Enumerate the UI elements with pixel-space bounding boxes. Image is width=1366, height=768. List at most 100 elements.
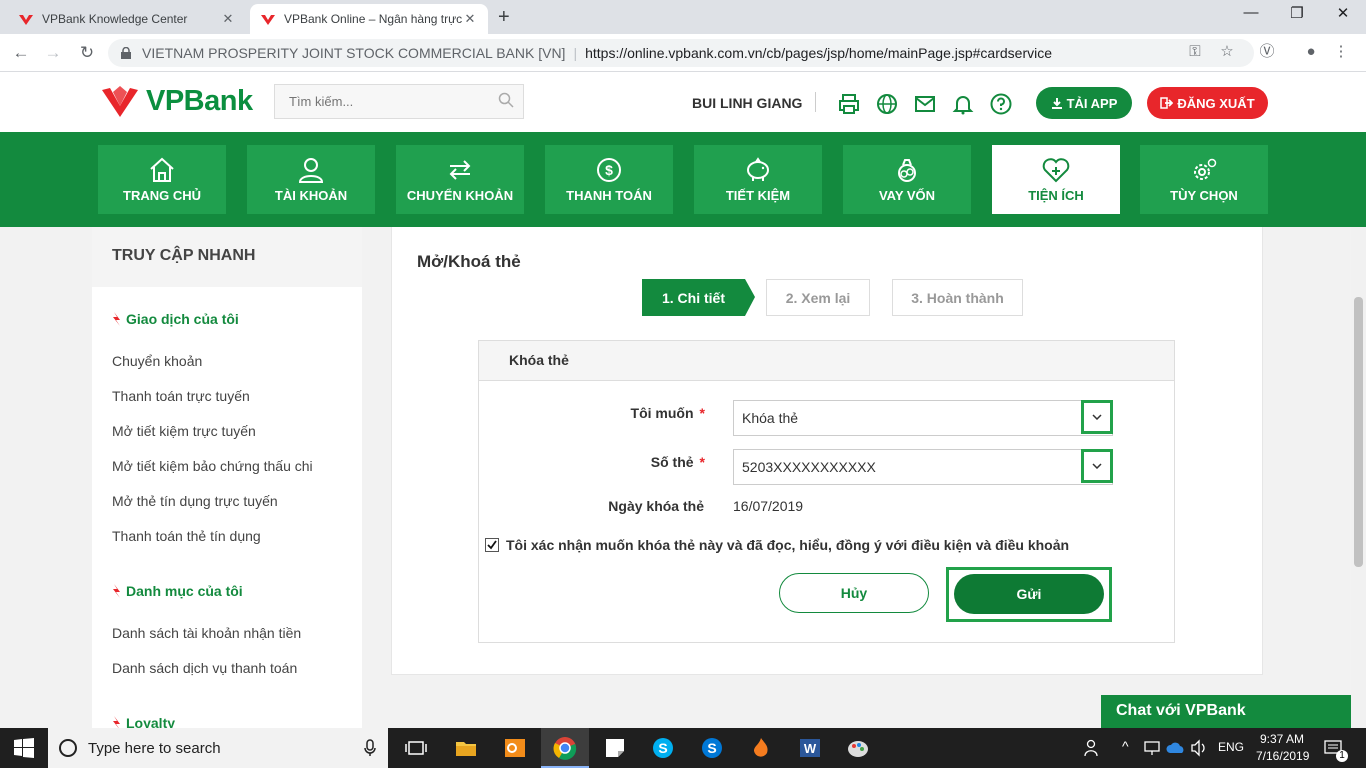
red-flag-icon	[113, 312, 120, 326]
dollar-icon: $	[597, 158, 621, 182]
help-icon[interactable]	[989, 92, 1013, 116]
nav-item-payment[interactable]: $ THANH TOÁN	[545, 145, 673, 214]
profile-icon[interactable]: ●	[1298, 38, 1324, 66]
back-icon[interactable]: ←	[8, 40, 34, 66]
section-title: Giao dịch của tôi	[126, 311, 239, 327]
windows-start-icon[interactable]	[14, 738, 34, 758]
file-explorer-icon[interactable]	[454, 736, 478, 760]
nav-label: TRANG CHỦ	[123, 188, 201, 203]
terms-checkbox[interactable]	[485, 538, 499, 552]
logout-label: ĐĂNG XUẤT	[1177, 95, 1255, 111]
action-select[interactable]: Khóa thẻ	[733, 400, 1113, 436]
nav-item-transfer[interactable]: CHUYỂN KHOẢN	[396, 145, 524, 214]
terms-text: Tôi xác nhận muốn khóa thẻ này và đã đọc…	[506, 537, 1070, 553]
close-tab-icon[interactable]: ✕	[462, 11, 478, 27]
sidebar-link[interactable]: Thanh toán trực tuyến	[112, 388, 250, 404]
lock-icon	[121, 47, 131, 59]
card-number-dropdown-button[interactable]	[1081, 449, 1113, 483]
mail-icon[interactable]	[913, 92, 937, 116]
onedrive-icon[interactable]	[1166, 740, 1186, 756]
key-icon[interactable]: ⚿	[1182, 38, 1208, 66]
outlook-icon[interactable]	[503, 736, 527, 760]
task-view-icon[interactable]	[404, 736, 428, 760]
nav-item-utilities[interactable]: TIỆN ÍCH	[992, 145, 1120, 214]
logout-icon	[1160, 97, 1174, 109]
action-dropdown-button[interactable]	[1081, 400, 1113, 434]
maximize-button[interactable]: ❐	[1274, 4, 1320, 22]
main-nav: TRANG CHỦ TÀI KHOẢN CHUYỂN KHOẢN $ THANH…	[0, 132, 1366, 227]
submit-button[interactable]: Gửi	[954, 574, 1104, 614]
minimize-button[interactable]: —	[1228, 4, 1274, 21]
checkmark-icon	[487, 540, 497, 550]
download-app-button[interactable]: TẢI APP	[1036, 87, 1132, 119]
nav-label: VAY VỐN	[878, 188, 936, 203]
sidebar-link[interactable]: Mở thẻ tín dụng trực tuyến	[112, 493, 278, 509]
vpbank-logo[interactable]: VPBank	[100, 84, 253, 118]
globe-icon[interactable]	[875, 92, 899, 116]
logout-button[interactable]: ĐĂNG XUẤT	[1147, 87, 1268, 119]
card-number-select[interactable]: 5203XXXXXXXXXXX	[733, 449, 1113, 485]
nav-item-savings[interactable]: TIẾT KIỆM	[694, 145, 822, 214]
reload-icon[interactable]: ↻	[74, 40, 100, 66]
close-tab-icon[interactable]: ✕	[220, 11, 236, 27]
loan-icon	[898, 159, 916, 182]
printer-icon[interactable]	[837, 92, 861, 116]
lock-date-label: Ngày khóa thẻ	[608, 498, 704, 514]
page-scrollbar[interactable]	[1351, 227, 1366, 728]
sidebar-link[interactable]: Thanh toán thẻ tín dụng	[112, 528, 261, 544]
scroll-thumb[interactable]	[1354, 297, 1363, 567]
bookmark-star-icon[interactable]: ☆	[1214, 38, 1240, 66]
skype-business-icon[interactable]: S	[700, 736, 724, 760]
word-icon[interactable]: W	[798, 736, 822, 760]
search-input[interactable]	[274, 84, 524, 119]
sidebar-link[interactable]: Danh sách dịch vụ thanh toán	[112, 660, 297, 676]
show-hidden-icons-chevron-icon[interactable]: ^	[1122, 738, 1129, 754]
certificate-name: VIETNAM PROSPERITY JOINT STOCK COMMERCIA…	[142, 45, 566, 61]
paint-icon[interactable]	[846, 736, 870, 760]
microphone-icon[interactable]	[364, 739, 376, 757]
forward-icon[interactable]: →	[40, 40, 66, 66]
sidebar-link[interactable]: Mở tiết kiệm bảo chứng thấu chi	[112, 458, 313, 474]
clock-date[interactable]: 7/16/2019	[1256, 749, 1309, 763]
section-title: Danh mục của tôi	[126, 583, 243, 599]
chrome-icon[interactable]	[553, 736, 577, 760]
extension-icon[interactable]: Ⓥ	[1254, 38, 1280, 66]
nav-item-settings[interactable]: TÙY CHỌN	[1140, 145, 1268, 214]
piggy-bank-icon	[747, 157, 769, 181]
browser-tab-knowledge-center[interactable]: VPBank Knowledge Center ✕	[8, 4, 246, 34]
input-language[interactable]: ENG	[1218, 740, 1244, 754]
nav-label: TÙY CHỌN	[1170, 188, 1238, 203]
sidebar-link[interactable]: Chuyển khoản	[112, 353, 202, 369]
chat-button[interactable]: Chat với VPBank	[1101, 695, 1351, 728]
red-flag-icon	[113, 584, 120, 598]
nav-item-home[interactable]: TRANG CHỦ	[98, 145, 226, 214]
new-tab-button[interactable]: +	[498, 6, 510, 29]
browser-tab-vpbank-online[interactable]: VPBank Online – Ngân hàng trực ✕	[250, 4, 488, 34]
tab-title: VPBank Online – Ngân hàng trực	[284, 12, 462, 26]
sidebar-link[interactable]: Mở tiết kiệm trực tuyến	[112, 423, 256, 439]
sidebar-link[interactable]: Danh sách tài khoản nhận tiền	[112, 625, 301, 641]
taskbar-search[interactable]: Type here to search	[48, 728, 388, 768]
address-bar[interactable]: VIETNAM PROSPERITY JOINT STOCK COMMERCIA…	[108, 39, 1254, 67]
lock-date-value: 16/07/2019	[733, 498, 804, 514]
card-number-label: Số thẻ *	[505, 454, 705, 470]
people-icon[interactable]	[1083, 738, 1103, 758]
nav-item-account[interactable]: TÀI KHOẢN	[247, 145, 375, 214]
menu-icon[interactable]: ⋮	[1328, 38, 1354, 66]
close-window-button[interactable]: ✕	[1320, 4, 1366, 22]
network-icon[interactable]	[1143, 739, 1161, 757]
nav-item-loan[interactable]: VAY VỐN	[843, 145, 971, 214]
sticky-notes-icon[interactable]	[603, 736, 627, 760]
terms-confirmation: Tôi xác nhận muốn khóa thẻ này và đã đọc…	[485, 537, 1069, 553]
browser-toolbar: ← → ↻ VIETNAM PROSPERITY JOINT STOCK COM…	[0, 34, 1366, 72]
cancel-button[interactable]: Hủy	[779, 573, 929, 613]
svg-text:$: $	[605, 162, 613, 178]
download-app-label: TẢI APP	[1066, 95, 1118, 111]
user-name[interactable]: BUI LINH GIANG	[692, 95, 802, 111]
volume-icon[interactable]	[1190, 739, 1208, 757]
search-icon[interactable]	[498, 92, 514, 108]
clock-time[interactable]: 9:37 AM	[1260, 732, 1304, 746]
skype-icon[interactable]: S	[651, 736, 675, 760]
bell-icon[interactable]	[951, 92, 975, 116]
burning-app-icon[interactable]	[749, 736, 773, 760]
